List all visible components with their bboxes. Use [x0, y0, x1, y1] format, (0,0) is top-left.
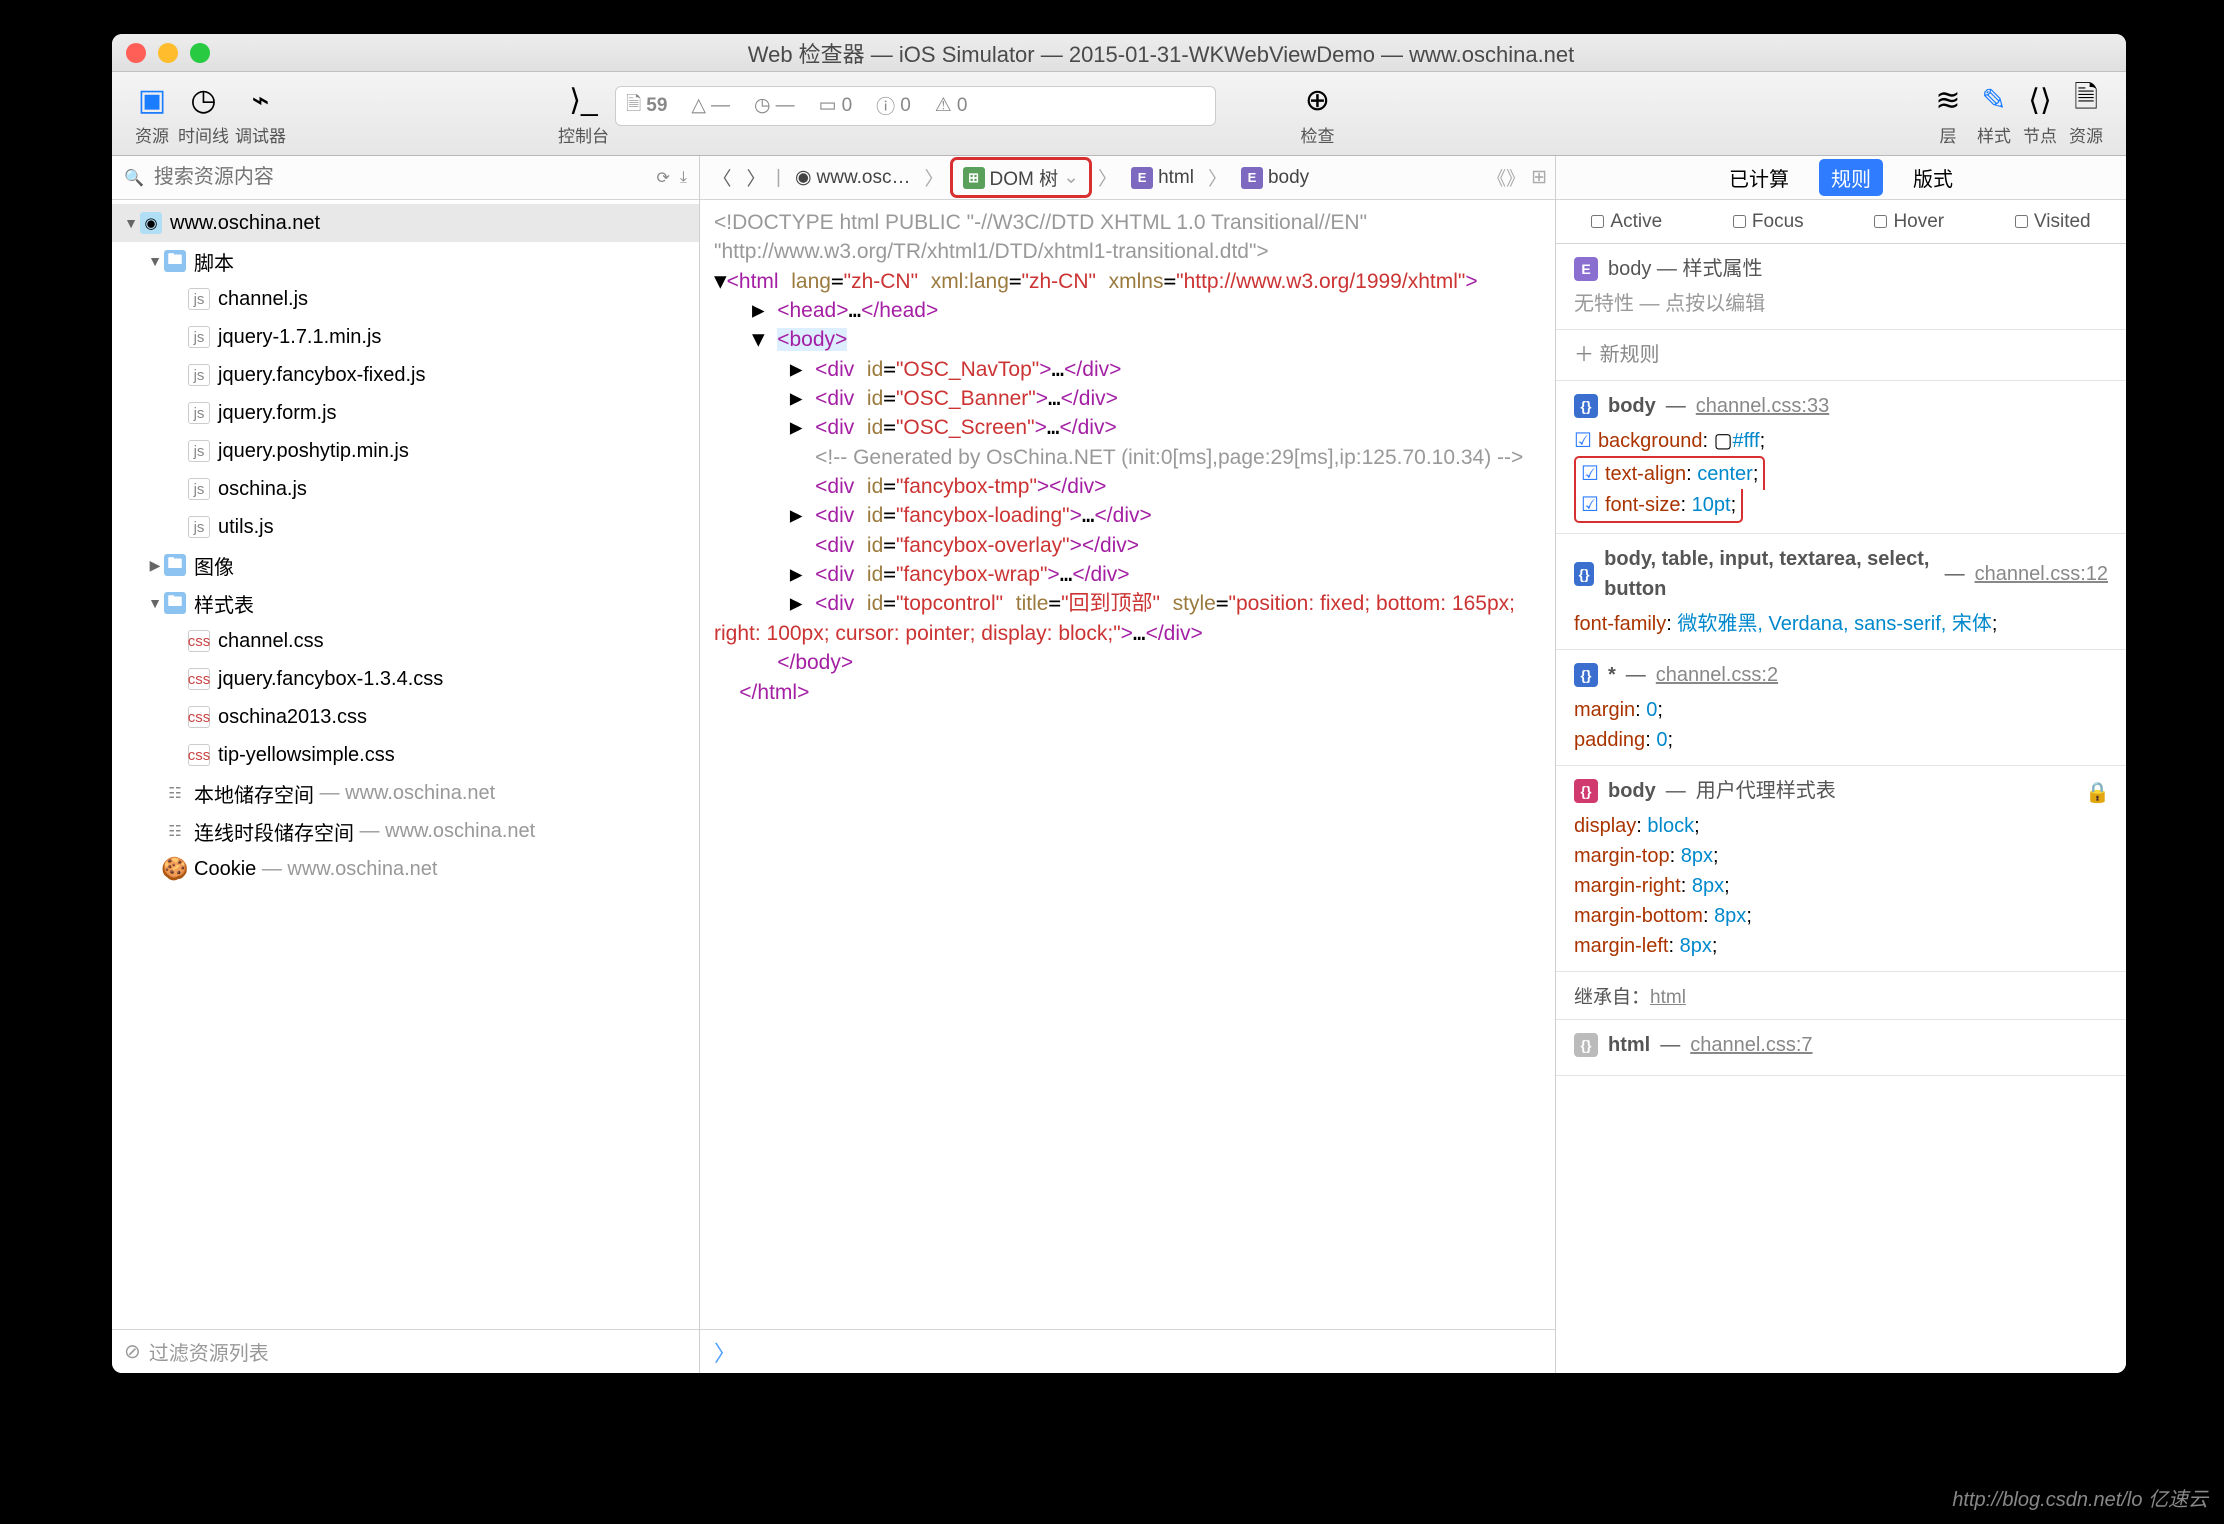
globe-icon: ◉ — [795, 166, 812, 189]
tab-layers[interactable]: ≋层 — [1928, 80, 1968, 147]
console-prompt[interactable]: 〉 — [700, 1329, 1555, 1373]
crumb-dom[interactable]: ⊞DOM 树⌄ — [950, 157, 1093, 198]
titlebar: Web 检查器 — iOS Simulator — 2015-01-31-WKW… — [112, 34, 2126, 72]
inherited-from: 继承自：html — [1556, 972, 2126, 1020]
tree-scripts[interactable]: ▼🖿脚本 — [112, 242, 699, 280]
rule-section[interactable]: {}html — channel.css:7 — [1556, 1020, 2126, 1076]
badge-4: ⓘ 0 — [876, 92, 911, 119]
rule-section-ua: 🔒 {}body — 用户代理样式表 display: block; margi… — [1556, 766, 2126, 972]
rule-section[interactable]: {}body, table, input, textarea, select, … — [1556, 534, 2126, 650]
tree-file[interactable]: cssoschina2013.css — [112, 698, 699, 736]
crumb-site[interactable]: ◉www.osc… — [787, 163, 919, 192]
sidebar: 🔍 ⟳ ⤓ ▼◉www.oschina.net ▼🖿脚本 jschannel.j… — [112, 156, 700, 1373]
zoom-icon[interactable] — [190, 43, 210, 63]
toggle-active[interactable]: Active — [1591, 211, 1662, 233]
badge-2: ◷ — — [754, 94, 795, 117]
tree-cookie[interactable]: 🍪Cookie — www.oschina.net — [112, 850, 699, 888]
new-rule-button[interactable]: ＋ 新规则 — [1556, 330, 2126, 381]
search-bar: 🔍 ⟳ ⤓ — [112, 156, 699, 200]
forward-button[interactable]: 〉 — [742, 164, 770, 192]
search-icon: 🔍 — [124, 168, 144, 188]
tree-file[interactable]: jsjquery.poshytip.min.js — [112, 432, 699, 470]
breadcrumb: 〈 〉 | ◉www.osc…〉 ⊞DOM 树⌄〉 Ehtml〉 Ebody 《… — [700, 156, 1555, 200]
close-icon[interactable] — [126, 43, 146, 63]
tab-computed[interactable]: 已计算 — [1717, 159, 1801, 196]
dom-panel: 〈 〉 | ◉www.osc…〉 ⊞DOM 树⌄〉 Ehtml〉 Ebody 《… — [700, 156, 1556, 1373]
tree-file[interactable]: jsjquery.fancybox-fixed.js — [112, 356, 699, 394]
tree-file[interactable]: jsjquery.form.js — [112, 394, 699, 432]
toggle-hover[interactable]: Hover — [1874, 211, 1944, 233]
tree-file[interactable]: jsoschina.js — [112, 470, 699, 508]
badge-5: ⚠ 0 — [935, 94, 968, 117]
tab-styles[interactable]: ✎样式 — [1974, 80, 2014, 147]
tree-localstorage[interactable]: ☷本地储存空间 — www.oschina.net — [112, 774, 699, 812]
toggle-visited[interactable]: Visited — [2015, 211, 2091, 233]
traffic-lights — [126, 43, 210, 63]
dom-tree[interactable]: <!DOCTYPE html PUBLIC "-//W3C//DTD XHTML… — [700, 200, 1555, 1329]
tab-timeline[interactable]: ◷时间线 — [178, 80, 229, 147]
lock-icon: 🔒 — [2085, 778, 2110, 808]
watermark: http://blog.csdn.net/lo 亿速云 — [1952, 1483, 2208, 1512]
tree-file[interactable]: csschannel.css — [112, 622, 699, 660]
tree-file[interactable]: jsjquery-1.7.1.min.js — [112, 318, 699, 356]
download-icon[interactable]: ⤓ — [680, 169, 687, 187]
minimize-icon[interactable] — [158, 43, 178, 63]
rule-section[interactable]: {}body — channel.css:33 ☑background: ▢#f… — [1556, 381, 2126, 534]
tab-layout[interactable]: 版式 — [1901, 159, 1965, 196]
main-area: 🔍 ⟳ ⤓ ▼◉www.oschina.net ▼🖿脚本 jschannel.j… — [112, 156, 2126, 1373]
filter-bar: ⊘过滤资源列表 — [112, 1329, 699, 1373]
window-title: Web 检查器 — iOS Simulator — 2015-01-31-WKW… — [210, 37, 2112, 69]
inspector-window: Web 检查器 — iOS Simulator — 2015-01-31-WKW… — [112, 34, 2126, 1373]
tab-debugger[interactable]: ⌁调试器 — [235, 80, 286, 147]
resource-tree: ▼◉www.oschina.net ▼🖿脚本 jschannel.js jsjq… — [112, 200, 699, 1329]
page-indicator: 🗎 59 — [626, 90, 667, 122]
tab-console[interactable]: ⟩_控制台 — [558, 80, 609, 147]
tree-file[interactable]: jsutils.js — [112, 508, 699, 546]
tab-resources[interactable]: ▣资源 — [132, 80, 172, 147]
tab-resources-2[interactable]: 🗎资源 — [2066, 80, 2106, 147]
tree-file[interactable]: jschannel.js — [112, 280, 699, 318]
badge-1: △ — — [691, 94, 730, 117]
url-box: 🗎 59 △ — ◷ — ▭ 0 ⓘ 0 ⚠ 0 — [615, 86, 1216, 126]
tree-styles[interactable]: ▼🖿样式表 — [112, 584, 699, 622]
toggle-focus[interactable]: Focus — [1733, 211, 1804, 233]
crumb-html[interactable]: Ehtml — [1123, 164, 1202, 192]
reload-icon[interactable]: ⟳ — [657, 168, 670, 188]
styles-panel: 已计算 规则 版式 Active Focus Hover Visited Ebo… — [1556, 156, 2126, 1373]
tree-file[interactable]: cssjquery.fancybox-1.3.4.css — [112, 660, 699, 698]
back-button[interactable]: 〈 — [708, 164, 736, 192]
style-tabs: 已计算 规则 版式 — [1556, 156, 2126, 200]
tree-sessionstorage[interactable]: ☷连线时段储存空间 — www.oschina.net — [112, 812, 699, 850]
tree-file[interactable]: csstip-yellowsimple.css — [112, 736, 699, 774]
toolbar: ▣资源 ◷时间线 ⌁调试器 ⟩_控制台 🗎 59 △ — ◷ — ▭ 0 ⓘ 0… — [112, 72, 2126, 156]
tree-images[interactable]: ▶🖿图像 — [112, 546, 699, 584]
tab-rules[interactable]: 规则 — [1819, 159, 1883, 196]
filter-icon: ⊘ — [124, 1339, 141, 1364]
rule-section[interactable]: {}* — channel.css:2 margin: 0; padding: … — [1556, 650, 2126, 766]
tab-node[interactable]: ⟨⟩节点 — [2020, 80, 2060, 147]
rules-list: Ebody — 样式属性 无特性 — 点按以编辑 ＋ 新规则 {}body — … — [1556, 244, 2126, 1373]
tree-root[interactable]: ▼◉www.oschina.net — [112, 204, 699, 242]
badge-3: ▭ 0 — [819, 94, 853, 117]
inspect-button[interactable]: ⊕检查 — [1298, 80, 1338, 147]
crumb-body[interactable]: Ebody — [1233, 164, 1317, 192]
search-input[interactable] — [154, 166, 647, 189]
pseudo-toggles: Active Focus Hover Visited — [1556, 200, 2126, 244]
style-attr-section: Ebody — 样式属性 无特性 — 点按以编辑 — [1556, 244, 2126, 330]
